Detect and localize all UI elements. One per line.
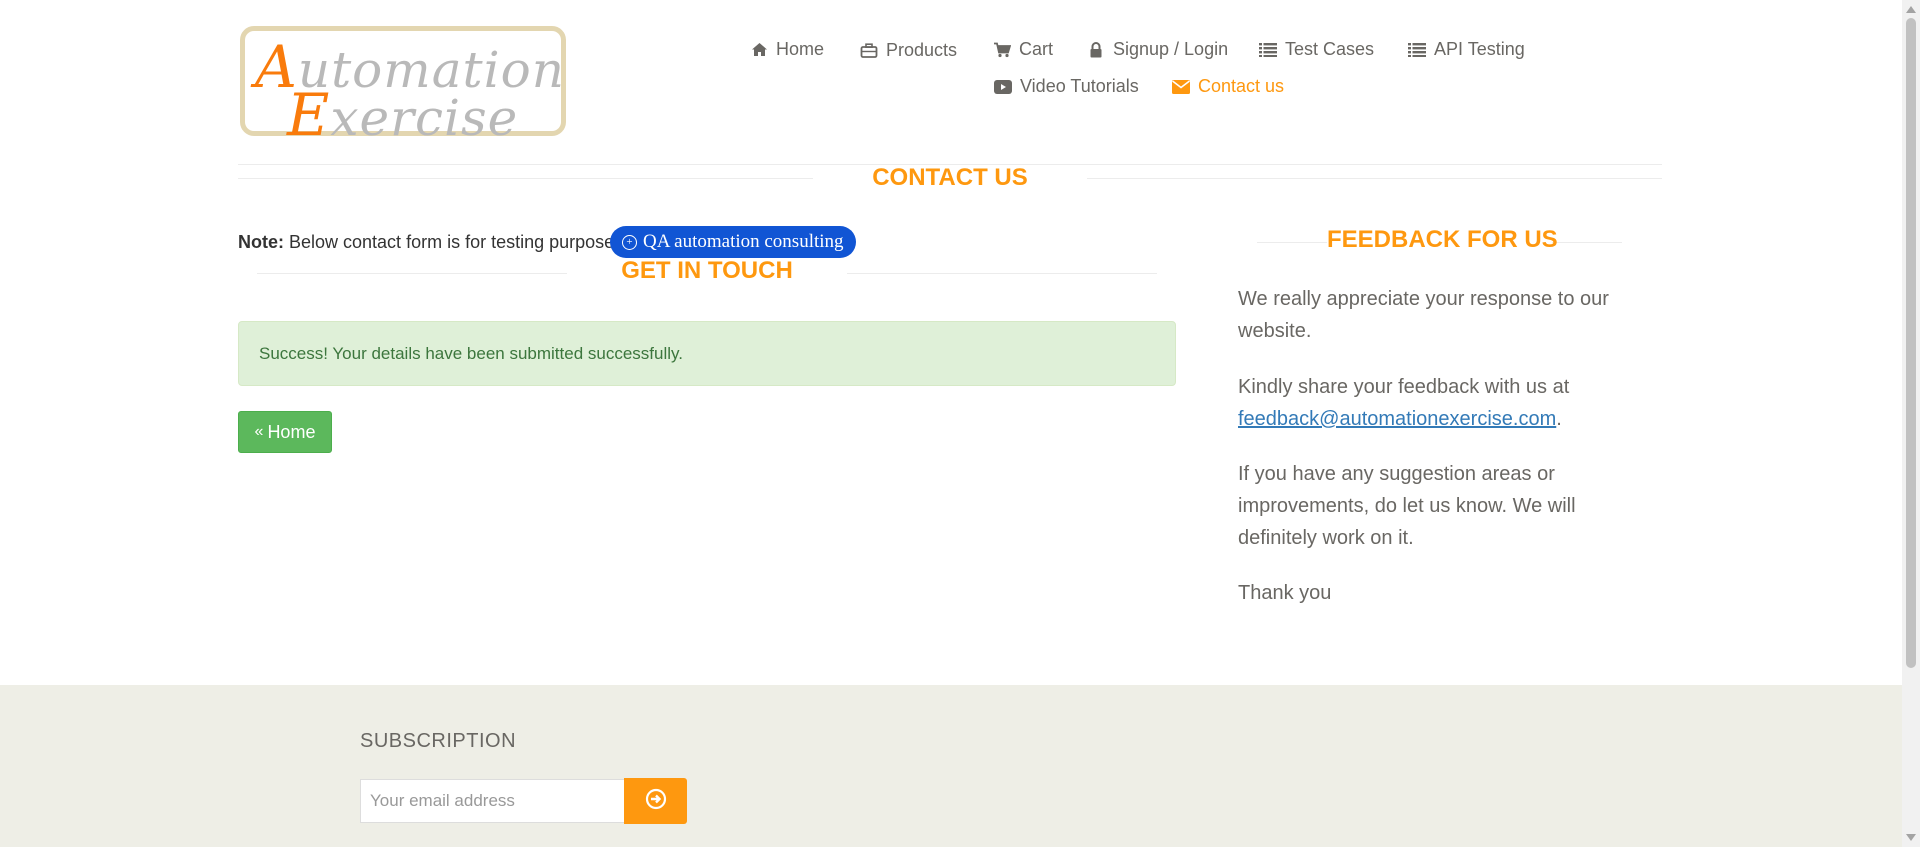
cart-icon xyxy=(993,41,1011,59)
get-in-touch-line-left xyxy=(257,273,567,274)
nav-signup-login[interactable]: Signup / Login xyxy=(1087,39,1228,60)
feedback-line-right xyxy=(1552,242,1622,243)
arrow-circle-right-icon xyxy=(645,788,667,815)
list-icon xyxy=(1259,41,1277,59)
feedback-paragraph-4: Thank you xyxy=(1238,582,1332,604)
qa-consulting-label: QA automation consulting xyxy=(643,231,844,252)
title-line-left xyxy=(238,178,813,179)
nav-test-cases-label: Test Cases xyxy=(1285,39,1375,59)
subscribe-button[interactable] xyxy=(624,778,687,824)
success-alert: Success! Your details have been submitte… xyxy=(238,321,1176,386)
nav-api-testing-label: API Testing xyxy=(1434,39,1525,59)
youtube-play-icon xyxy=(994,78,1012,96)
nav-api-testing[interactable]: API Testing xyxy=(1408,39,1525,60)
subscription-title: SUBSCRIPTION xyxy=(360,730,517,752)
site-logo[interactable]: Automation Exercise xyxy=(240,26,566,149)
plus-circle-icon: + xyxy=(622,234,637,250)
nav-home-label: Home xyxy=(776,39,825,59)
subscription-email-input[interactable]: Your email address xyxy=(360,779,625,823)
logo-line-2: Exercise xyxy=(287,81,519,149)
home-button-label: Home xyxy=(267,421,316,442)
feedback-line-left xyxy=(1257,242,1327,243)
get-in-touch-line-right xyxy=(847,273,1157,274)
nav-home[interactable]: Home xyxy=(750,39,824,60)
footer xyxy=(0,685,1902,847)
title-line-right xyxy=(1087,178,1662,179)
home-icon xyxy=(750,41,768,59)
nav-test-cases[interactable]: Test Cases xyxy=(1259,39,1374,60)
briefcase-icon xyxy=(860,42,878,60)
double-chevron-left-icon: « xyxy=(254,423,264,440)
list-icon xyxy=(1408,41,1426,59)
feedback-paragraph-1: We really appreciate your response to ou… xyxy=(1238,288,1609,342)
nav-video-tutorials-label: Video Tutorials xyxy=(1020,76,1139,96)
note-text: Note: Below contact form is for testing … xyxy=(238,232,620,252)
feedback-email-link[interactable]: feedback@automationexercise.com xyxy=(1238,408,1556,430)
feedback-title: FEEDBACK FOR US xyxy=(1327,226,1558,253)
page-scrollbar[interactable] xyxy=(1902,0,1920,847)
envelope-icon xyxy=(1172,78,1190,96)
scroll-down-arrow-icon[interactable] xyxy=(1906,834,1916,841)
qa-consulting-badge[interactable]: + QA automation consulting xyxy=(610,226,856,258)
feedback-paragraph-2: Kindly share your feedback with us at fe… xyxy=(1238,376,1570,430)
nav-products-label: Products xyxy=(886,40,958,60)
nav-signup-login-label: Signup / Login xyxy=(1113,39,1229,59)
nav-video-tutorials[interactable]: Video Tutorials xyxy=(994,76,1139,97)
scrollbar-thumb[interactable] xyxy=(1906,18,1916,668)
nav-products[interactable]: Products xyxy=(860,40,957,61)
home-button[interactable]: « Home xyxy=(238,411,332,453)
nav-cart[interactable]: Cart xyxy=(993,39,1053,60)
feedback-paragraph-3: If you have any suggestion areas or impr… xyxy=(1238,463,1576,549)
nav-contact-us[interactable]: Contact us xyxy=(1172,76,1284,97)
nav-contact-us-label: Contact us xyxy=(1198,76,1285,96)
lock-icon xyxy=(1087,41,1105,59)
scroll-up-arrow-icon[interactable] xyxy=(1906,6,1916,13)
nav-cart-label: Cart xyxy=(1019,39,1054,59)
get-in-touch-title: GET IN TOUCH xyxy=(621,257,793,284)
contact-us-title: CONTACT US xyxy=(872,164,1028,191)
